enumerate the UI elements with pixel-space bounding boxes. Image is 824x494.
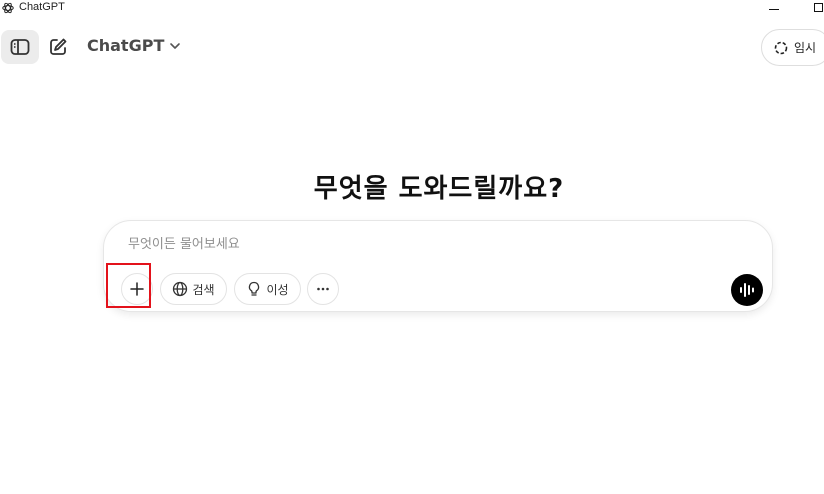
page-title: 무엇을 도와드릴까요? (313, 174, 565, 204)
window-titlebar: ChatGPT (0, 0, 824, 16)
globe-icon (173, 281, 188, 297)
search-button[interactable]: 검색 (160, 273, 227, 305)
maximize-icon (813, 2, 823, 12)
plus-icon (130, 282, 144, 296)
window-title: ChatGPT (19, 1, 65, 13)
maximize-button[interactable] (806, 0, 824, 14)
reason-label: 이성 (266, 282, 289, 297)
attach-button[interactable] (121, 273, 153, 305)
lightbulb-icon (249, 281, 260, 296)
ellipsis-icon (317, 287, 329, 291)
dashed-circle-icon (774, 41, 788, 54)
sidebar-toggle-button[interactable] (1, 30, 39, 64)
model-label: ChatGPT (87, 36, 165, 55)
reason-button[interactable]: 이성 (234, 273, 301, 305)
minimize-button[interactable] (762, 0, 786, 14)
voice-mode-button[interactable] (731, 274, 763, 306)
openai-logo-icon (2, 2, 14, 14)
more-options-button[interactable] (307, 273, 339, 305)
temporary-chat-button[interactable]: 임시 (761, 29, 824, 66)
prompt-input[interactable] (128, 234, 688, 254)
chevron-down-icon (170, 42, 181, 49)
new-chat-button[interactable] (39, 30, 77, 64)
minimize-icon (769, 8, 779, 10)
message-composer: 검색 이성 (103, 220, 773, 312)
waveform-icon (740, 283, 754, 297)
sidebar-toggle-icon (10, 39, 30, 55)
temporary-label: 임시 (794, 41, 817, 55)
model-selector[interactable]: ChatGPT (87, 36, 182, 55)
edit-icon (50, 38, 67, 55)
search-label: 검색 (192, 282, 215, 297)
